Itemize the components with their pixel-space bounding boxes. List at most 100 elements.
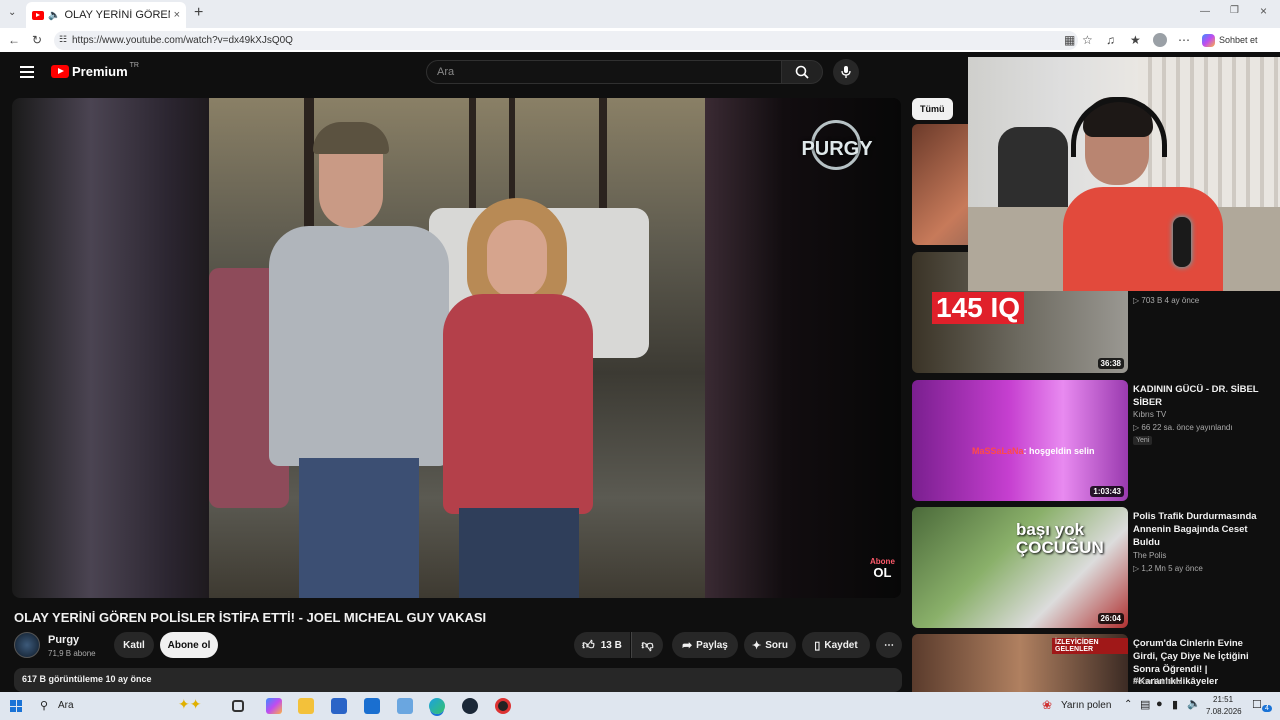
search-button[interactable]: [781, 60, 823, 84]
recommendation-thumbnail[interactable]: MaSSaLaNa: hoşgeldin selin 1:03:43: [912, 380, 1128, 501]
battery-icon[interactable]: ▮: [1172, 698, 1178, 711]
weather-text[interactable]: Yarın polen: [1061, 700, 1111, 711]
volume-icon[interactable]: 🔈: [1187, 697, 1201, 710]
weather-icon[interactable]: ❀: [1042, 698, 1052, 712]
speaker-icon[interactable]: 🔈: [48, 10, 60, 21]
video-player[interactable]: PURGY Abone OL: [12, 98, 901, 598]
ask-label: Soru: [765, 639, 788, 651]
thumbnail-text: başı yok ÇOCUĞUN: [1016, 520, 1104, 557]
subscribe-overlay[interactable]: Abone OL: [870, 558, 895, 580]
address-bar[interactable]: ☷ https://www.youtube.com/watch?v=dx49kX…: [54, 31, 1078, 50]
task-view-icon[interactable]: [232, 700, 244, 712]
recommendation-thumbnail[interactable]: başı yok ÇOCUĞUN 26:04: [912, 507, 1128, 628]
recommendation-item[interactable]: MaSSaLaNa: hoşgeldin selin 1:03:43 KADIN…: [912, 380, 1276, 504]
favorites-icon[interactable]: ★: [1130, 33, 1141, 47]
clock-time[interactable]: 21:51: [1213, 695, 1233, 704]
tray-chevron-icon[interactable]: ⌃: [1124, 699, 1132, 710]
file-explorer-icon[interactable]: [298, 698, 314, 714]
site-info-icon[interactable]: ☷: [59, 34, 67, 45]
join-button[interactable]: Katıl: [114, 632, 154, 658]
reload-icon[interactable]: ↻: [32, 33, 42, 47]
views-age: 703 B 4 ay önce: [1141, 296, 1200, 305]
youtube-play-icon: [51, 65, 69, 78]
browser-tab-youtube[interactable]: 🔈 OLAY YERİNİ GÖREN POLİSLE ×: [26, 2, 186, 28]
watermark-text: PURGY: [801, 138, 873, 160]
channel-name[interactable]: Foon Kriminal: [1133, 677, 1182, 686]
outlook-icon[interactable]: [364, 698, 380, 714]
start-icon[interactable]: [10, 700, 22, 712]
extensions-icon[interactable]: ▦: [1064, 33, 1075, 47]
taskbar-search-icon[interactable]: ⚲: [40, 699, 48, 712]
search-icon: [795, 65, 809, 79]
share-label: Paylaş: [696, 639, 728, 651]
region-code: TR: [129, 62, 139, 69]
video-title: OLAY YERİNİ GÖREN POLİSLER İSTİFA ETTİ! …: [14, 610, 487, 625]
recommendation-item[interactable]: İZLEYİCİDEN GELENLER Çorum'da Cinlerin E…: [912, 634, 1276, 692]
favorite-star-icon[interactable]: ☆: [1082, 33, 1093, 47]
app-icon[interactable]: [397, 698, 413, 714]
edge-icon[interactable]: [429, 698, 445, 714]
close-tab-icon[interactable]: ×: [174, 9, 180, 21]
video-meta: ▷ 703 B 4 ay önce: [1133, 296, 1199, 305]
recommendation-item[interactable]: başı yok ÇOCUĞUN 26:04 Polis Trafik Durd…: [912, 507, 1276, 631]
man-cap: [313, 122, 389, 154]
video-title[interactable]: KADININ GÜCÜ - DR. SİBEL SİBER: [1133, 384, 1265, 410]
save-button[interactable]: ▯ Kaydet: [802, 632, 870, 658]
voice-search-button[interactable]: [833, 59, 859, 85]
subscribe-button[interactable]: Abone ol: [160, 632, 218, 658]
read-aloud-icon[interactable]: ♫: [1106, 33, 1115, 47]
copilot-app-icon[interactable]: [266, 698, 282, 714]
close-window-icon[interactable]: ×: [1260, 4, 1267, 18]
channel-name[interactable]: Purgy: [48, 634, 79, 646]
menu-icon[interactable]: [20, 66, 34, 78]
profile-icon[interactable]: [1153, 33, 1167, 47]
copilot-label[interactable]: Sohbet et: [1219, 35, 1258, 45]
search-input[interactable]: Ara: [426, 60, 782, 84]
ask-button[interactable]: ✦ Soru: [744, 632, 796, 658]
maximize-icon[interactable]: ❐: [1230, 5, 1239, 16]
network-icon[interactable]: ▤: [1140, 698, 1150, 711]
share-button[interactable]: ➦ Paylaş: [672, 632, 738, 658]
clock-date[interactable]: 7.08.2026: [1206, 707, 1242, 716]
dislike-button[interactable]: 👎︎: [631, 632, 663, 658]
microphone: [1173, 217, 1191, 267]
thumbnail-text: 145 IQ: [932, 292, 1025, 324]
mic-tray-icon[interactable]: ●: [1156, 698, 1163, 710]
record-app-icon[interactable]: [495, 698, 511, 714]
url-text: https://www.youtube.com/watch?v=dx49kXJs…: [72, 35, 293, 46]
new-tab-icon[interactable]: +: [194, 4, 203, 22]
youtube-logo[interactable]: Premium TR: [51, 62, 139, 79]
search-highlight-icon[interactable]: ✦✦: [178, 696, 201, 713]
more-menu-icon[interactable]: ⋯: [1178, 33, 1190, 47]
video-duration: 1:03:43: [1090, 486, 1124, 497]
video-duration: 26:04: [1097, 613, 1124, 624]
man-jeans: [299, 458, 419, 598]
taskbar-search[interactable]: Ara: [58, 700, 74, 711]
more-actions-button[interactable]: ⋯: [876, 632, 902, 658]
browser-tab-strip: ⌄ 🔈 OLAY YERİNİ GÖREN POLİSLE × + — ❐ ×: [0, 0, 1280, 28]
channel-name[interactable]: The Polis: [1133, 551, 1166, 560]
video-title[interactable]: Polis Trafik Durdurmasında Annenin Bagaj…: [1133, 511, 1265, 549]
blurred-backdrop-left: [12, 98, 209, 598]
channel-name[interactable]: Kıbrıs TV: [1133, 410, 1166, 419]
description-box[interactable]: 617 B görüntüleme 10 ay önce: [14, 668, 902, 692]
recommendation-thumbnail[interactable]: İZLEYİCİDEN GELENLER: [912, 634, 1128, 692]
minimize-icon[interactable]: —: [1200, 6, 1210, 17]
microphone-icon: [841, 66, 851, 78]
channel-avatar[interactable]: [14, 632, 40, 658]
streamer: [1063, 97, 1223, 291]
chip-all[interactable]: Tümü: [912, 98, 953, 120]
store-icon[interactable]: [331, 698, 347, 714]
thumbs-down-icon: 👎︎: [641, 637, 654, 652]
steam-icon[interactable]: [462, 698, 478, 714]
woman-figure: [439, 198, 599, 598]
notification-icon[interactable]: ☐: [1252, 698, 1262, 711]
like-count: 13 B: [600, 639, 622, 651]
woman-face: [487, 220, 547, 298]
man-figure: [269, 122, 449, 598]
tab-list-chevron-icon[interactable]: ⌄: [8, 7, 16, 18]
streamer-shirt: [1063, 187, 1223, 291]
back-icon[interactable]: ←: [8, 33, 20, 47]
like-button[interactable]: 👍︎ 13 B: [574, 632, 630, 658]
copilot-icon[interactable]: [1202, 34, 1215, 47]
